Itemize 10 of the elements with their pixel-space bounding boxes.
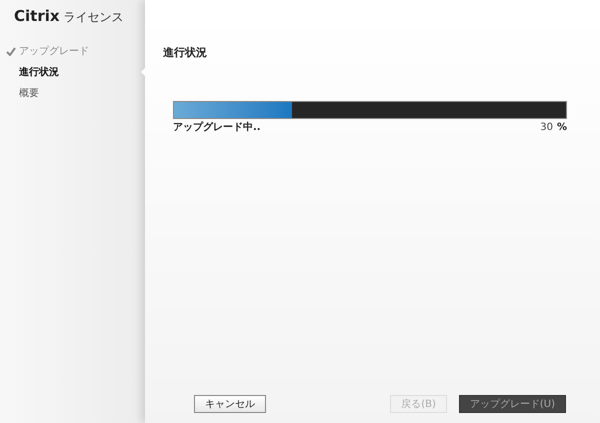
step-item: 進行状況	[19, 66, 59, 80]
progress-value: 30	[540, 120, 553, 134]
step-item: アップグレード	[19, 44, 89, 59]
step-item: 概要	[19, 86, 39, 101]
brand-name: Citrix	[14, 6, 60, 27]
dialog-button[interactable]: キャンセル	[194, 395, 266, 413]
product-name: ライセンス	[64, 9, 124, 26]
section-heading: 進行状況	[163, 45, 208, 61]
percent-sign: %	[556, 120, 567, 134]
progress-caption: アップグレード中..	[173, 120, 261, 134]
